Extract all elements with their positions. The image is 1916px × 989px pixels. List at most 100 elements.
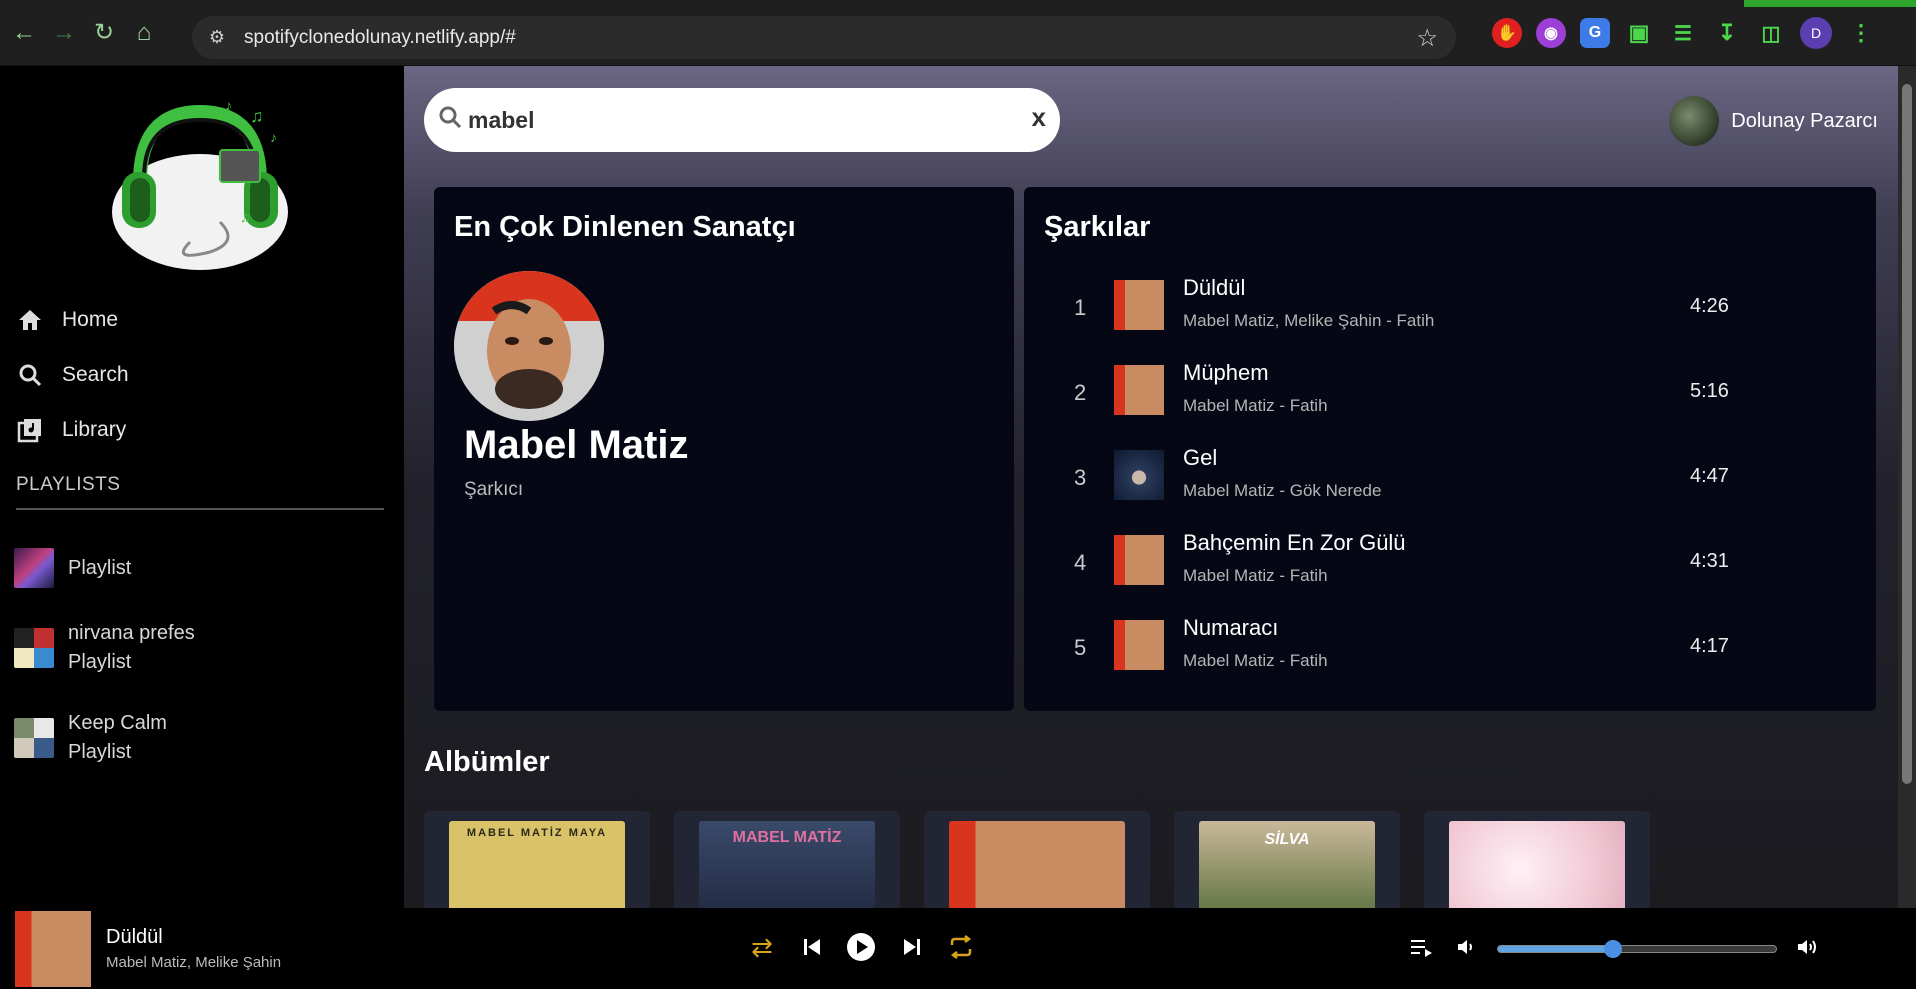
volume-knob[interactable] (1603, 940, 1622, 958)
section-title: Şarkılar (1044, 211, 1151, 243)
now-playing-cover (15, 911, 91, 987)
track-number: 5 (1074, 635, 1087, 660)
library-icon (16, 416, 44, 444)
song-title: Düldül (1183, 275, 1246, 300)
clear-search-button[interactable]: x (1032, 102, 1046, 133)
next-icon[interactable] (895, 930, 929, 964)
song-title: Gel (1183, 445, 1218, 470)
sidebar-item-home[interactable]: Home (16, 306, 118, 334)
svg-text:♫: ♫ (250, 106, 264, 126)
address-bar[interactable]: ⚙ spotifyclonedolunay.netlify.app/# ☆ (192, 16, 1456, 59)
song-artist: Mabel Matiz, Melike Şahin - Fatih (1183, 311, 1435, 330)
album-card[interactable] (924, 811, 1150, 908)
now-playing-title: Düldül (106, 926, 163, 948)
song-cover (1114, 535, 1164, 585)
now-playing-artist: Mabel Matiz, Melike Şahin (106, 954, 282, 971)
scrollbar[interactable] (1898, 66, 1916, 908)
volume-fill (1498, 946, 1613, 952)
download-icon[interactable]: ↧ (1712, 18, 1742, 48)
albums-heading: Albümler (424, 746, 550, 778)
repeat-icon[interactable] (944, 930, 978, 964)
section-title: En Çok Dinlenen Sanatçı (454, 211, 796, 243)
home-icon (16, 306, 44, 334)
volume-low-icon[interactable] (1449, 930, 1483, 964)
album-art-text: MABEL MATİZ MAYA (466, 827, 608, 839)
sidebar: ♫ ♪ ♪ ♫ Home Search Library PLAYLISTS Pl… (0, 66, 404, 908)
divider (16, 508, 384, 510)
songs-panel: Şarkılar 1 Düldül Mabel Matiz, Melike Şa… (1024, 187, 1876, 711)
reload-icon[interactable]: ↻ (84, 13, 124, 53)
album-card[interactable] (1424, 811, 1650, 908)
playlist-item[interactable]: Playlist (14, 548, 131, 588)
song-row[interactable]: 5 Numaracı Mabel Matiz - Fatih 4:17 (1024, 607, 1876, 691)
playlist-type: Playlist (68, 651, 132, 673)
artist-name[interactable]: Mabel Matiz (464, 423, 688, 468)
album-art: MABEL MATİZ MAYA (449, 821, 625, 908)
playlist-type: Playlist (68, 741, 132, 763)
home-browser-icon[interactable]: ⌂ (124, 13, 164, 53)
vpn-extension-icon[interactable]: ◉ (1536, 18, 1566, 48)
sidebar-item-label: Home (62, 308, 119, 331)
svg-text:♪: ♪ (270, 129, 277, 145)
puzzle-extension-icon[interactable]: ▣ (1624, 18, 1654, 48)
user-menu[interactable]: Dolunay Pazarcı (1669, 96, 1878, 146)
playlists-heading: PLAYLISTS (16, 474, 121, 495)
svg-text:♪: ♪ (225, 97, 232, 113)
svg-text:♫: ♫ (240, 209, 251, 225)
song-row[interactable]: 1 Düldül Mabel Matiz, Melike Şahin - Fat… (1024, 267, 1876, 351)
song-duration: 4:47 (1690, 465, 1729, 487)
queue-extension-icon[interactable]: ☰ (1668, 18, 1698, 48)
track-number: 1 (1074, 295, 1087, 320)
previous-icon[interactable] (795, 930, 829, 964)
album-card[interactable]: MABEL MATİZ MAYA (424, 811, 650, 908)
album-art-text: SİLVA (1264, 831, 1310, 848)
side-panel-icon[interactable]: ◫ (1756, 18, 1786, 48)
song-row[interactable]: 3 Gel Mabel Matiz - Gök Nerede 4:47 (1024, 437, 1876, 521)
sidebar-item-search[interactable]: Search (16, 361, 129, 389)
user-name: Dolunay Pazarcı (1731, 109, 1878, 132)
back-icon[interactable]: ← (4, 13, 44, 53)
artist-photo[interactable] (454, 271, 604, 421)
song-duration: 4:26 (1690, 295, 1729, 317)
song-artist: Mabel Matiz - Fatih (1183, 396, 1328, 415)
song-title: Bahçemin En Zor Gülü (1183, 530, 1406, 555)
play-button[interactable] (844, 930, 878, 964)
song-row[interactable]: 2 Müphem Mabel Matiz - Fatih 5:16 (1024, 352, 1876, 436)
sidebar-item-label: Search (62, 363, 129, 386)
song-row[interactable]: 4 Bahçemin En Zor Gülü Mabel Matiz - Fat… (1024, 522, 1876, 606)
site-info-icon[interactable]: ⚙ (206, 27, 228, 49)
sidebar-item-library[interactable]: Library (16, 416, 126, 444)
scrollbar-thumb[interactable] (1902, 84, 1912, 784)
album-card[interactable]: SİLVA (1174, 811, 1400, 908)
song-artist: Mabel Matiz - Gök Nerede (1183, 481, 1382, 500)
browser-menu-icon[interactable]: ⋮ (1846, 18, 1876, 48)
queue-icon[interactable] (1405, 930, 1439, 964)
shuffle-icon[interactable]: ⇄ (745, 930, 779, 964)
search-icon (438, 105, 462, 136)
song-artist: Mabel Matiz - Fatih (1183, 651, 1328, 670)
main-content: x Dolunay Pazarcı En Çok Dinlenen Sanatç… (404, 66, 1898, 908)
album-card[interactable]: MABEL MATİZ (674, 811, 900, 908)
track-number: 3 (1074, 465, 1087, 490)
translate-extension-icon[interactable]: G (1580, 18, 1610, 48)
song-cover (1114, 365, 1164, 415)
album-art (949, 821, 1125, 908)
profile-avatar[interactable]: D (1800, 17, 1832, 49)
player-bar: Düldül Mabel Matiz, Melike Şahin ⇄ (0, 908, 1916, 989)
playlist-name: Playlist (68, 556, 132, 579)
top-artist-panel: En Çok Dinlenen Sanatçı Mabel Matiz Şark… (434, 187, 1014, 711)
playlist-item[interactable]: nirvana prefes Playlist (14, 622, 195, 674)
adblock-extension-icon[interactable]: ✋ (1492, 18, 1522, 48)
song-cover (1114, 280, 1164, 330)
volume-slider[interactable] (1497, 940, 1777, 958)
playlist-item[interactable]: Keep Calm Playlist (14, 712, 167, 764)
window-accent-strip (1744, 0, 1916, 7)
forward-icon[interactable]: → (44, 13, 84, 53)
playlist-thumbnail (14, 548, 54, 588)
playlist-name: Keep Calm (68, 712, 167, 734)
search-input[interactable] (468, 106, 1008, 134)
track-number: 4 (1074, 550, 1087, 575)
search-icon (16, 361, 44, 389)
bookmark-star-icon[interactable]: ☆ (1416, 24, 1438, 53)
volume-high-icon[interactable] (1791, 930, 1825, 964)
